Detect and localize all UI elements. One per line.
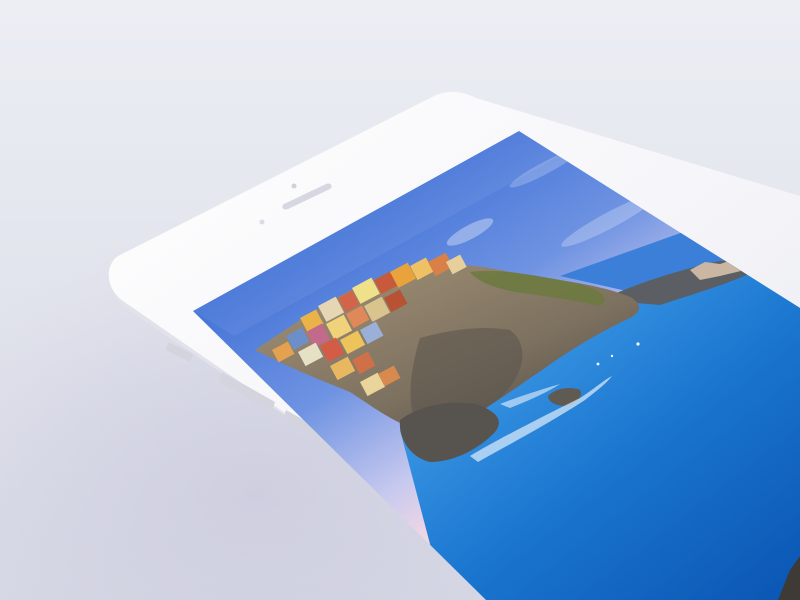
- boat: [610, 354, 614, 358]
- boat: [636, 342, 640, 346]
- boat: [596, 362, 600, 366]
- proximity-sensor-icon: [259, 219, 265, 225]
- front-camera-icon: [291, 183, 297, 189]
- scene-canvas: [0, 0, 800, 600]
- phone-mockup-scene: [0, 0, 800, 600]
